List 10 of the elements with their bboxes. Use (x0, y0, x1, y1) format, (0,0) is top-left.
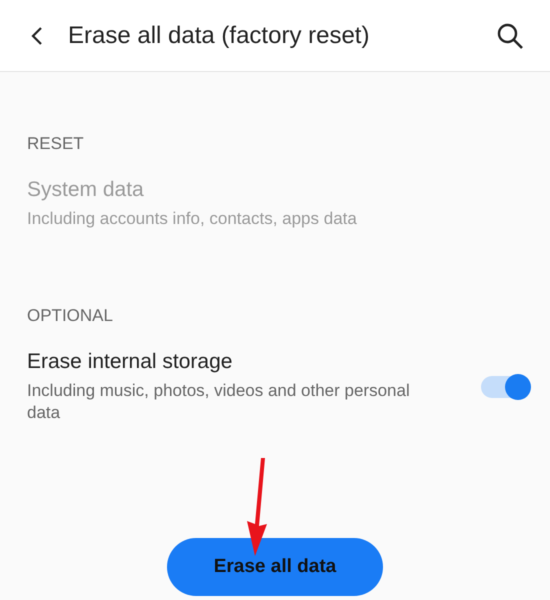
toggle-switch[interactable] (481, 376, 529, 398)
setting-description: Including accounts info, contacts, apps data (27, 208, 358, 230)
section-heading: RESET (27, 134, 85, 154)
setting-title[interactable]: Erase internal storage (27, 350, 441, 374)
section-heading: OPTIONAL (27, 306, 114, 326)
setting-title: System data (27, 178, 145, 202)
erase-button[interactable]: Erase all data (167, 538, 383, 596)
setting-description: Including music, photos, videos and other personal data (27, 380, 411, 424)
page-title: Erase all data (factory reset) (68, 22, 370, 50)
search-icon[interactable] (496, 22, 524, 50)
